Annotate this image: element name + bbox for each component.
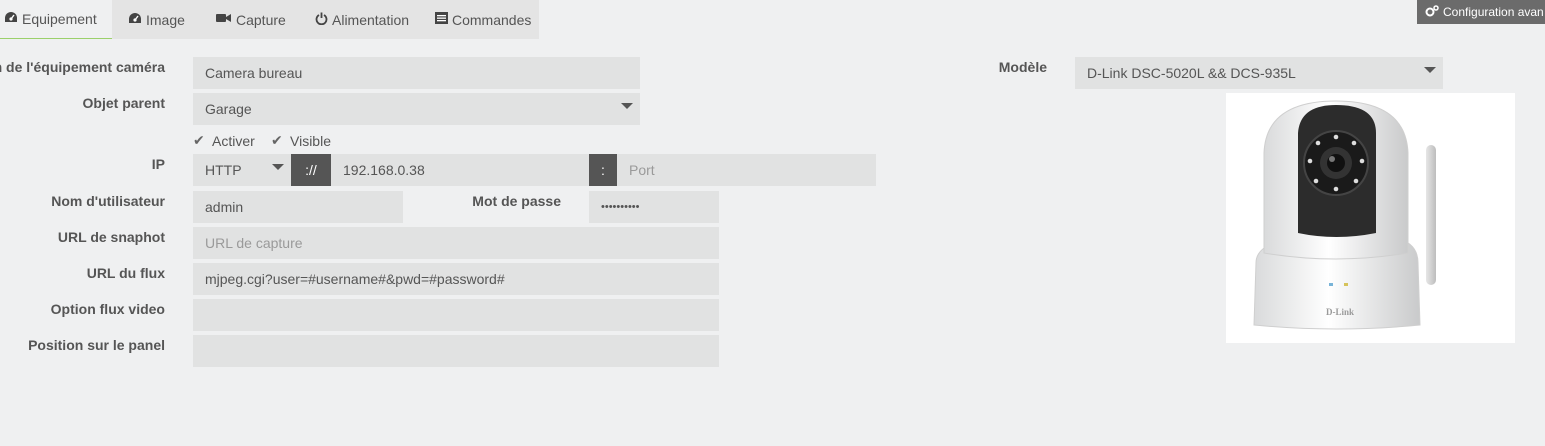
name-input[interactable]: Camera bureau: [193, 57, 640, 89]
camera-model-image: D-Link: [1226, 93, 1515, 343]
chevron-down-icon: [621, 103, 633, 109]
tab-bar: Equipement Image Capture Alimentation Co…: [0, 0, 1545, 39]
tab-image[interactable]: Image: [112, 0, 200, 39]
tab-label: Commandes: [452, 11, 532, 28]
activer-label: Activer: [212, 132, 255, 149]
dashboard-icon: [4, 11, 18, 27]
tab-capture[interactable]: Capture: [200, 0, 299, 39]
stream-label: URL du flux: [86, 265, 165, 281]
stream-option-input[interactable]: [193, 299, 719, 331]
tabs: Equipement Image Capture Alimentation Co…: [0, 0, 539, 39]
power-icon: [315, 12, 328, 28]
check-icon: ✔: [271, 132, 283, 148]
tab-label: Alimentation: [332, 11, 410, 28]
tab-alimentation[interactable]: Alimentation: [299, 0, 419, 39]
tab-commandes[interactable]: Commandes: [419, 0, 539, 39]
panel-position-label: Position sur le panel: [28, 337, 165, 353]
snapshot-url-input[interactable]: URL de capture: [193, 227, 719, 259]
password-input[interactable]: ••••••••••: [589, 191, 719, 223]
chevron-down-icon: [272, 164, 284, 170]
model-select-value: D-Link DSC-5020L && DCS-935L: [1087, 65, 1296, 81]
advanced-configuration-button[interactable]: Configuration avan: [1417, 0, 1545, 24]
stream-url-input[interactable]: mjpeg.cgi?user=#username#&pwd=#password#: [193, 263, 719, 295]
tab-label: Equipement: [22, 11, 97, 27]
parent-select-value: Garage: [205, 101, 252, 117]
activer-checkbox[interactable]: ✔ Activer: [193, 132, 255, 149]
snapshot-label: URL de snaphot: [57, 229, 165, 245]
camera-brand-text: D-Link: [1326, 307, 1354, 317]
port-separator: :: [589, 154, 617, 186]
cogs-icon: [1425, 4, 1439, 20]
name-label: m de l'équipement caméra: [0, 59, 165, 75]
ip-label: IP: [151, 156, 165, 172]
parent-label: Objet parent: [82, 95, 165, 111]
protocol-separator: ://: [291, 154, 331, 186]
model-label: Modèle: [998, 59, 1047, 75]
tab-label: Capture: [236, 11, 286, 28]
password-label: Mot de passe: [472, 193, 561, 209]
tab-equipement[interactable]: Equipement: [0, 0, 112, 39]
visible-checkbox[interactable]: ✔ Visible: [271, 132, 331, 149]
chevron-down-icon: [1424, 67, 1436, 73]
tab-label: Image: [146, 11, 185, 28]
protocol-select[interactable]: HTTP: [193, 154, 291, 186]
panel-position-input[interactable]: [193, 335, 719, 367]
stream-option-label: Option flux video: [50, 301, 165, 317]
username-label: Nom d'utilisateur: [51, 193, 165, 209]
video-camera-icon: [216, 12, 232, 27]
dashboard-icon: [128, 12, 142, 28]
protocol-select-value: HTTP: [205, 162, 242, 178]
username-input[interactable]: admin: [193, 191, 403, 223]
port-input[interactable]: Port: [617, 154, 876, 186]
parent-select[interactable]: Garage: [193, 93, 640, 125]
model-select[interactable]: D-Link DSC-5020L && DCS-935L: [1075, 57, 1443, 89]
list-icon: [435, 12, 448, 27]
advanced-configuration-label: Configuration avan: [1443, 5, 1544, 19]
check-icon: ✔: [193, 132, 205, 148]
ip-address-input[interactable]: 192.168.0.38: [331, 154, 589, 186]
visible-label: Visible: [290, 132, 331, 149]
